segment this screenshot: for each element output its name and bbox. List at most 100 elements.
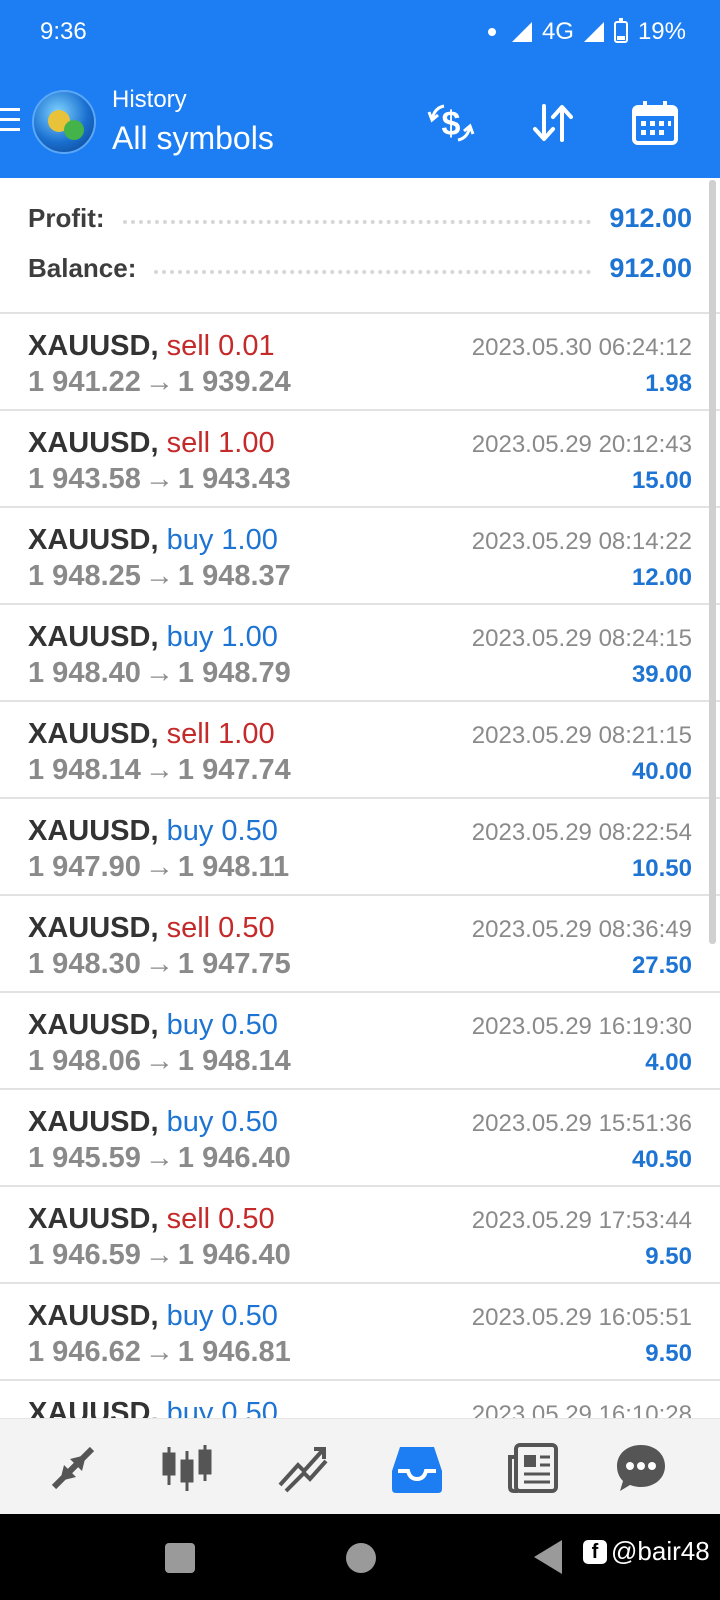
trade-symbol: XAUUSD, — [28, 815, 159, 847]
open-price: 1 946.59 — [28, 1239, 141, 1271]
dollar-exchange-icon[interactable]: $ — [426, 98, 476, 148]
back-button[interactable] — [534, 1540, 562, 1574]
history-icon[interactable] — [390, 1441, 444, 1495]
chat-icon[interactable] — [614, 1441, 668, 1495]
trade-direction: sell 0.50 — [166, 1203, 275, 1235]
chart-icon[interactable] — [160, 1441, 214, 1495]
trade-symbol-line: XAUUSD, buy 1.00 — [28, 621, 278, 654]
trade-profit: 9.50 — [645, 1340, 692, 1367]
trade-symbol: XAUUSD, — [28, 621, 159, 653]
trade-row[interactable]: XAUUSD, buy 0.50 2023.05.29 16:10:28 — [0, 1381, 720, 1418]
trade-prices: 1 948.06 → 1 948.14 — [28, 1045, 291, 1078]
trade-symbol-line: XAUUSD, sell 0.50 — [28, 1203, 275, 1236]
trade-time: 2023.05.29 17:53:44 — [471, 1207, 692, 1234]
trade-time: 2023.05.29 08:21:15 — [471, 722, 692, 749]
trade-profit: 1.98 — [645, 370, 692, 397]
trade-profit: 40.50 — [631, 1146, 692, 1173]
trade-row[interactable]: XAUUSD, sell 1.00 1 943.58 → 1 943.43 2023.0… — [0, 411, 720, 508]
trade-profit: 12.00 — [631, 564, 692, 591]
trade-symbol-line: XAUUSD, sell 0.01 — [28, 330, 275, 363]
trade-direction: buy 1.00 — [166, 621, 278, 653]
trade-history-list[interactable]: XAUUSD, sell 0.01 1 941.22 → 1 939.24 2023.0… — [0, 314, 720, 1418]
arrow-right-icon: → — [144, 754, 174, 786]
trade-row[interactable]: XAUUSD, buy 0.50 1 945.59 → 1 946.40 2023.05… — [0, 1090, 720, 1187]
quotes-icon[interactable] — [46, 1441, 100, 1495]
trade-row[interactable]: XAUUSD, sell 0.50 1 946.59 → 1 946.40 2023.0… — [0, 1187, 720, 1284]
trade-row[interactable]: XAUUSD, sell 1.00 1 948.14 → 1 947.74 2023.0… — [0, 702, 720, 799]
trade-row[interactable]: XAUUSD, buy 0.50 1 947.90 → 1 948.11 2023.05… — [0, 799, 720, 896]
trade-row[interactable]: XAUUSD, buy 1.00 1 948.25 → 1 948.37 2023.05… — [0, 508, 720, 605]
page-title[interactable]: All symbols — [112, 120, 274, 157]
sort-icon[interactable] — [528, 98, 578, 148]
news-icon[interactable] — [506, 1441, 560, 1495]
close-price: 1 948.37 — [177, 560, 291, 592]
trade-symbol-line: XAUUSD, sell 1.00 — [28, 427, 275, 460]
trade-symbol: XAUUSD, — [28, 1106, 159, 1138]
arrow-right-icon: → — [144, 1045, 174, 1077]
close-price: 1 946.40 — [177, 1142, 291, 1174]
trade-prices: 1 948.40 → 1 948.79 — [28, 657, 291, 690]
profit-value: 912.00 — [609, 202, 692, 233]
network-type: 4G — [541, 18, 574, 45]
arrow-right-icon: → — [144, 1142, 174, 1174]
open-price: 1 945.59 — [28, 1142, 141, 1174]
close-price: 1 947.75 — [177, 948, 291, 980]
menu-icon[interactable] — [0, 108, 20, 136]
balance-value: 912.00 — [609, 252, 692, 283]
app-bar: History All symbols $ — [0, 68, 720, 178]
trade-symbol: XAUUSD, — [28, 1009, 159, 1041]
metatrader-logo-icon[interactable] — [32, 90, 96, 154]
trade-symbol: XAUUSD, — [28, 1397, 159, 1418]
close-price: 1 946.40 — [177, 1239, 291, 1271]
scrollbar[interactable] — [709, 180, 716, 944]
close-price: 1 946.81 — [177, 1336, 291, 1368]
open-price: 1 948.30 — [28, 948, 141, 980]
trade-symbol-line: XAUUSD, buy 0.50 — [28, 815, 278, 848]
system-navigation-bar: f @bair48 — [0, 1514, 720, 1600]
trade-row[interactable]: XAUUSD, sell 0.01 1 941.22 → 1 939.24 2023.0… — [0, 314, 720, 411]
arrow-right-icon: → — [144, 366, 174, 398]
calendar-icon[interactable] — [630, 98, 680, 148]
trade-prices: 1 948.14 → 1 947.74 — [28, 754, 291, 787]
close-price: 1 948.79 — [177, 657, 291, 689]
balance-row: Balance: 912.00 — [28, 248, 692, 288]
trade-symbol-line: XAUUSD, buy 0.50 — [28, 1106, 278, 1139]
trade-direction: sell 0.50 — [166, 912, 275, 944]
balance-label: Balance: — [28, 252, 137, 283]
trade-profit: 40.00 — [631, 758, 692, 785]
page-subtitle: History — [112, 86, 187, 113]
svg-text:$: $ — [442, 105, 461, 143]
open-price: 1 948.25 — [28, 560, 141, 592]
trade-profit: 15.00 — [631, 467, 692, 494]
trade-prices: 1 948.30 → 1 947.75 — [28, 948, 291, 981]
trade-profit: 4.00 — [645, 1049, 692, 1076]
trade-time: 2023.05.29 16:10:28 — [471, 1401, 692, 1418]
trade-symbol-line: XAUUSD, sell 1.00 — [28, 718, 275, 751]
trade-direction: sell 1.00 — [166, 718, 275, 750]
arrow-right-icon: → — [144, 1239, 174, 1271]
trade-symbol-line: XAUUSD, buy 1.00 — [28, 524, 278, 557]
trade-prices: 1 947.90 → 1 948.11 — [28, 851, 289, 884]
close-price: 1 947.74 — [177, 754, 291, 786]
dotted-leader — [122, 220, 592, 224]
signal-icon — [511, 22, 532, 42]
trade-symbol: XAUUSD, — [28, 718, 159, 750]
trade-time: 2023.05.29 08:24:15 — [471, 625, 692, 652]
recents-button[interactable] — [165, 1543, 195, 1573]
trade-row[interactable]: XAUUSD, buy 0.50 1 948.06 → 1 948.14 2023.05… — [0, 993, 720, 1090]
open-price: 1 946.62 — [28, 1336, 141, 1368]
account-summary: Profit: 912.00 Balance: 912.00 — [0, 178, 720, 314]
trade-symbol: XAUUSD, — [28, 330, 159, 362]
trade-row[interactable]: XAUUSD, buy 1.00 1 948.40 → 1 948.79 2023.05… — [0, 605, 720, 702]
status-indicators: 4G 19% — [487, 18, 686, 46]
trade-row[interactable]: XAUUSD, buy 0.50 1 946.62 → 1 946.81 2023.05… — [0, 1284, 720, 1381]
trade-row[interactable]: XAUUSD, sell 0.50 1 948.30 → 1 947.75 2023.0… — [0, 896, 720, 993]
home-button[interactable] — [346, 1543, 376, 1573]
arrow-right-icon: → — [144, 560, 174, 592]
trade-symbol: XAUUSD, — [28, 912, 159, 944]
trade-icon[interactable] — [276, 1441, 330, 1495]
arrow-right-icon: → — [144, 948, 174, 980]
trade-direction: buy 0.50 — [166, 1009, 278, 1041]
trade-time: 2023.05.29 08:36:49 — [471, 916, 692, 943]
close-price: 1 948.11 — [177, 851, 290, 883]
